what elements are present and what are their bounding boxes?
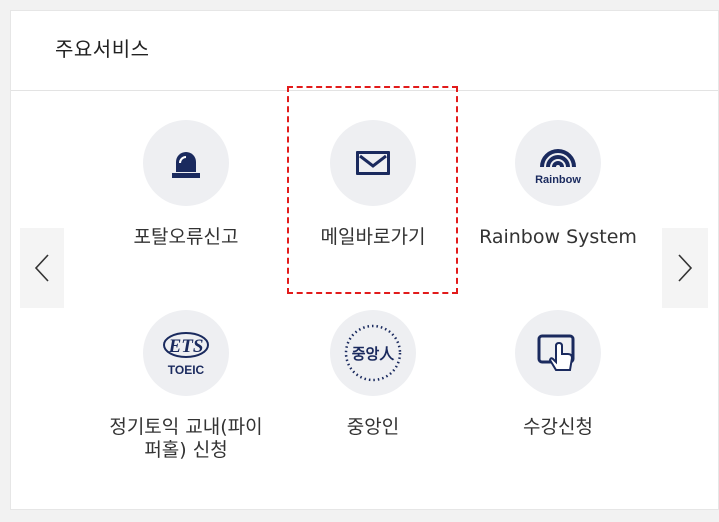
panel-header: 주요서비스: [11, 11, 718, 91]
service-icon-circle: [143, 120, 229, 206]
service-label: 수강신청: [523, 416, 593, 438]
service-icon-circle: 중앙人: [330, 310, 416, 396]
chevron-left-icon: [34, 254, 49, 282]
service-label: 메일바로가기: [320, 226, 426, 248]
rainbow-logo-icon: Rainbow: [535, 149, 581, 186]
service-label: 정기토익 교내(파이퍼홀) 신청: [109, 416, 263, 461]
service-label: 포탈오류신고: [133, 226, 239, 248]
panel-title: 주요서비스: [55, 37, 150, 61]
service-icon-circle: [330, 120, 416, 206]
jungangin-logo-icon: 중앙人: [344, 324, 402, 382]
service-mail-shortcut[interactable]: 메일바로가기: [288, 120, 458, 249]
service-label: Rainbow System: [479, 226, 637, 248]
service-icon-circle: [515, 310, 601, 396]
service-toeic-registration[interactable]: ETS TOEIC 정기토익 교내(파이퍼홀) 신청: [101, 310, 271, 462]
touch-screen-icon: [537, 334, 575, 371]
carousel-prev-button[interactable]: [20, 228, 64, 308]
siren-icon: [172, 152, 200, 178]
service-icon-circle: Rainbow: [515, 120, 601, 206]
carousel-next-button[interactable]: [662, 228, 708, 308]
ets-logo-text: ETS: [168, 336, 204, 357]
service-rainbow-system[interactable]: Rainbow Rainbow System: [473, 120, 643, 249]
mail-icon: [356, 151, 390, 175]
service-icon-circle: ETS TOEIC: [143, 310, 229, 396]
service-jungangin[interactable]: 중앙人 중앙인: [288, 310, 458, 439]
service-label: 중앙인: [346, 416, 400, 438]
service-portal-error-report[interactable]: 포탈오류신고: [101, 120, 271, 249]
service-course-registration[interactable]: 수강신청: [473, 310, 643, 439]
jungangin-logo-text: 중앙人: [352, 345, 396, 363]
chevron-right-icon: [678, 254, 693, 282]
ets-toeic-logo-icon: ETS TOEIC: [163, 332, 209, 377]
toeic-logo-text: TOEIC: [168, 363, 205, 377]
rainbow-logo-text: Rainbow: [535, 174, 581, 186]
